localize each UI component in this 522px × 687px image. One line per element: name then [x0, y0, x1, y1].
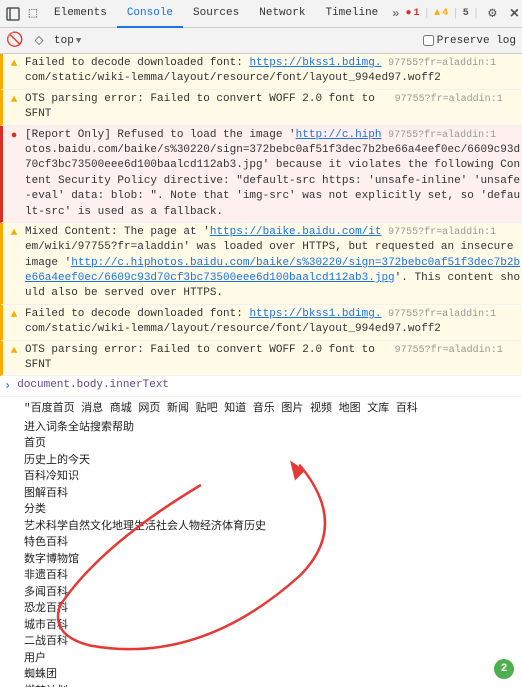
inner-text-line: 城市百科 — [24, 618, 514, 635]
inner-text-line: 艺术科学自然文化地理生活社会人物经济体育历史 — [24, 519, 514, 536]
badge-area: ● 1 | ▲ 4 | 5 | ⚙ × — [405, 5, 522, 23]
warn-badge: ▲ 4 — [434, 8, 448, 19]
dock-icon[interactable] — [4, 5, 22, 23]
log-text-4: Failed to decode downloaded font: https:… — [25, 307, 522, 338]
inner-text-line: 百科冷知识 — [24, 469, 514, 486]
inner-text-line: 图解百科 — [24, 486, 514, 503]
log-text-0: Failed to decode downloaded font: https:… — [25, 56, 522, 87]
tab-network[interactable]: Network — [249, 0, 315, 28]
preserve-log-input[interactable] — [423, 35, 434, 46]
divider2: | — [452, 8, 459, 20]
inner-text-line: 蜘蛛团 — [24, 667, 514, 684]
inner-text-first-line: "百度首页 消息 商城 网页 新闻 贴吧 知道 音乐 图片 视频 地图 文库 百… — [24, 401, 514, 418]
inner-text-line: 首页 — [24, 436, 514, 453]
preserve-log-checkbox[interactable]: Preserve log — [423, 35, 516, 47]
tab-timeline[interactable]: Timeline — [315, 0, 388, 28]
clear-console-icon[interactable]: 🚫 — [6, 32, 24, 50]
warn-icon-4: ▲ — [7, 308, 21, 322]
devtools-window: ⬚ Elements Console Sources Network Timel… — [0, 0, 522, 687]
inner-text-line: 特色百科 — [24, 535, 514, 552]
log-link-2[interactable]: http://c.hiph — [296, 129, 382, 141]
log-link-4[interactable]: https://bkss1.bdimg. — [249, 308, 381, 320]
log-entry-1: ▲ OTS parsing error: Failed to convert W… — [0, 90, 522, 126]
warn-icon: ▲ — [434, 8, 440, 19]
error-icon: ● — [405, 8, 411, 19]
prompt-code-text: document.body.innerText — [17, 379, 169, 391]
warn-icon-0: ▲ — [7, 57, 21, 71]
tab-bar: ⬚ Elements Console Sources Network Timel… — [0, 0, 522, 28]
log-entry-0: ▲ Failed to decode downloaded font: http… — [0, 54, 522, 90]
console-content[interactable]: ▲ Failed to decode downloaded font: http… — [0, 54, 522, 687]
console-toolbar: 🚫 ⬦ top ▼ Preserve log — [0, 28, 522, 54]
log-text-5: OTS parsing error: Failed to convert WOF… — [25, 343, 522, 374]
tab-console[interactable]: Console — [117, 0, 183, 28]
count-badge: 5 — [463, 8, 469, 19]
inner-text-line: 二战百科 — [24, 634, 514, 651]
warn-icon-1: ▲ — [7, 93, 21, 107]
tab-elements[interactable]: Elements — [44, 0, 117, 28]
prompt-arrow-icon: › — [4, 379, 11, 393]
divider3: | — [473, 8, 480, 20]
log-entry-4: ▲ Failed to decode downloaded font: http… — [0, 305, 522, 341]
warn-icon-5: ▲ — [7, 344, 21, 358]
error-count: 1 — [414, 8, 420, 19]
log-link-3a[interactable]: https://baike.baidu.com/it — [210, 226, 382, 238]
error-icon-2: ● — [7, 129, 21, 143]
inner-text-line: 进入词条全站搜索帮助 — [24, 420, 514, 437]
divider: | — [424, 8, 431, 20]
warn-count: 4 — [442, 8, 448, 19]
inner-text-line: 数字博物馆 — [24, 552, 514, 569]
inner-text-line: 历史上的今天 — [24, 453, 514, 470]
filter-icon[interactable]: ⬦ — [30, 32, 48, 50]
filter-select[interactable]: top ▼ — [54, 35, 81, 47]
log-text-3: Mixed Content: The page at 'https://baik… — [25, 225, 522, 302]
tabs-container: Elements Console Sources Network Timelin… — [44, 0, 403, 28]
tab-sources[interactable]: Sources — [183, 0, 249, 28]
inner-text-line: 分类 — [24, 502, 514, 519]
log-text-2: [Report Only] Refused to load the image … — [25, 128, 522, 220]
filter-label: top — [54, 35, 74, 47]
log-entry-3: ▲ Mixed Content: The page at 'https://ba… — [0, 223, 522, 305]
error-badge: ● 1 — [405, 8, 419, 19]
inner-text-line: 用户 — [24, 651, 514, 668]
inner-text-line: 恐龙百科 — [24, 601, 514, 618]
inner-text-lines: 进入词条全站搜索帮助首页历史上的今天百科冷知识图解百科分类艺术科学自然文化地理生… — [24, 420, 514, 687]
settings-icon[interactable]: ⚙ — [483, 5, 501, 23]
filter-arrow-icon: ▼ — [76, 36, 81, 46]
preserve-log-label-text: Preserve log — [437, 35, 516, 47]
inner-text-line: 多闻百科 — [24, 585, 514, 602]
log-link-0[interactable]: https://bkss1.bdimg. — [249, 57, 381, 69]
log-entry-2: ● [Report Only] Refused to load the imag… — [0, 126, 522, 223]
log-entry-5: ▲ OTS parsing error: Failed to convert W… — [0, 341, 522, 377]
tab-overflow-btn[interactable]: » — [388, 0, 403, 28]
log-text-1: OTS parsing error: Failed to convert WOF… — [25, 92, 522, 123]
close-icon[interactable]: × — [505, 5, 522, 23]
inner-text-line: 非遗百科 — [24, 568, 514, 585]
inner-text-output: "百度首页 消息 商城 网页 新闻 贴吧 知道 音乐 图片 视频 地图 文库 百… — [0, 397, 522, 687]
log-link-3b[interactable]: http://c.hiphotos.baidu.com/baike/s%3022… — [25, 257, 520, 284]
cursor-icon[interactable]: ⬚ — [24, 5, 42, 23]
prompt-line: › document.body.innerText — [0, 376, 522, 397]
corner-badge: 2 — [494, 659, 514, 679]
warn-icon-3: ▲ — [7, 226, 21, 240]
